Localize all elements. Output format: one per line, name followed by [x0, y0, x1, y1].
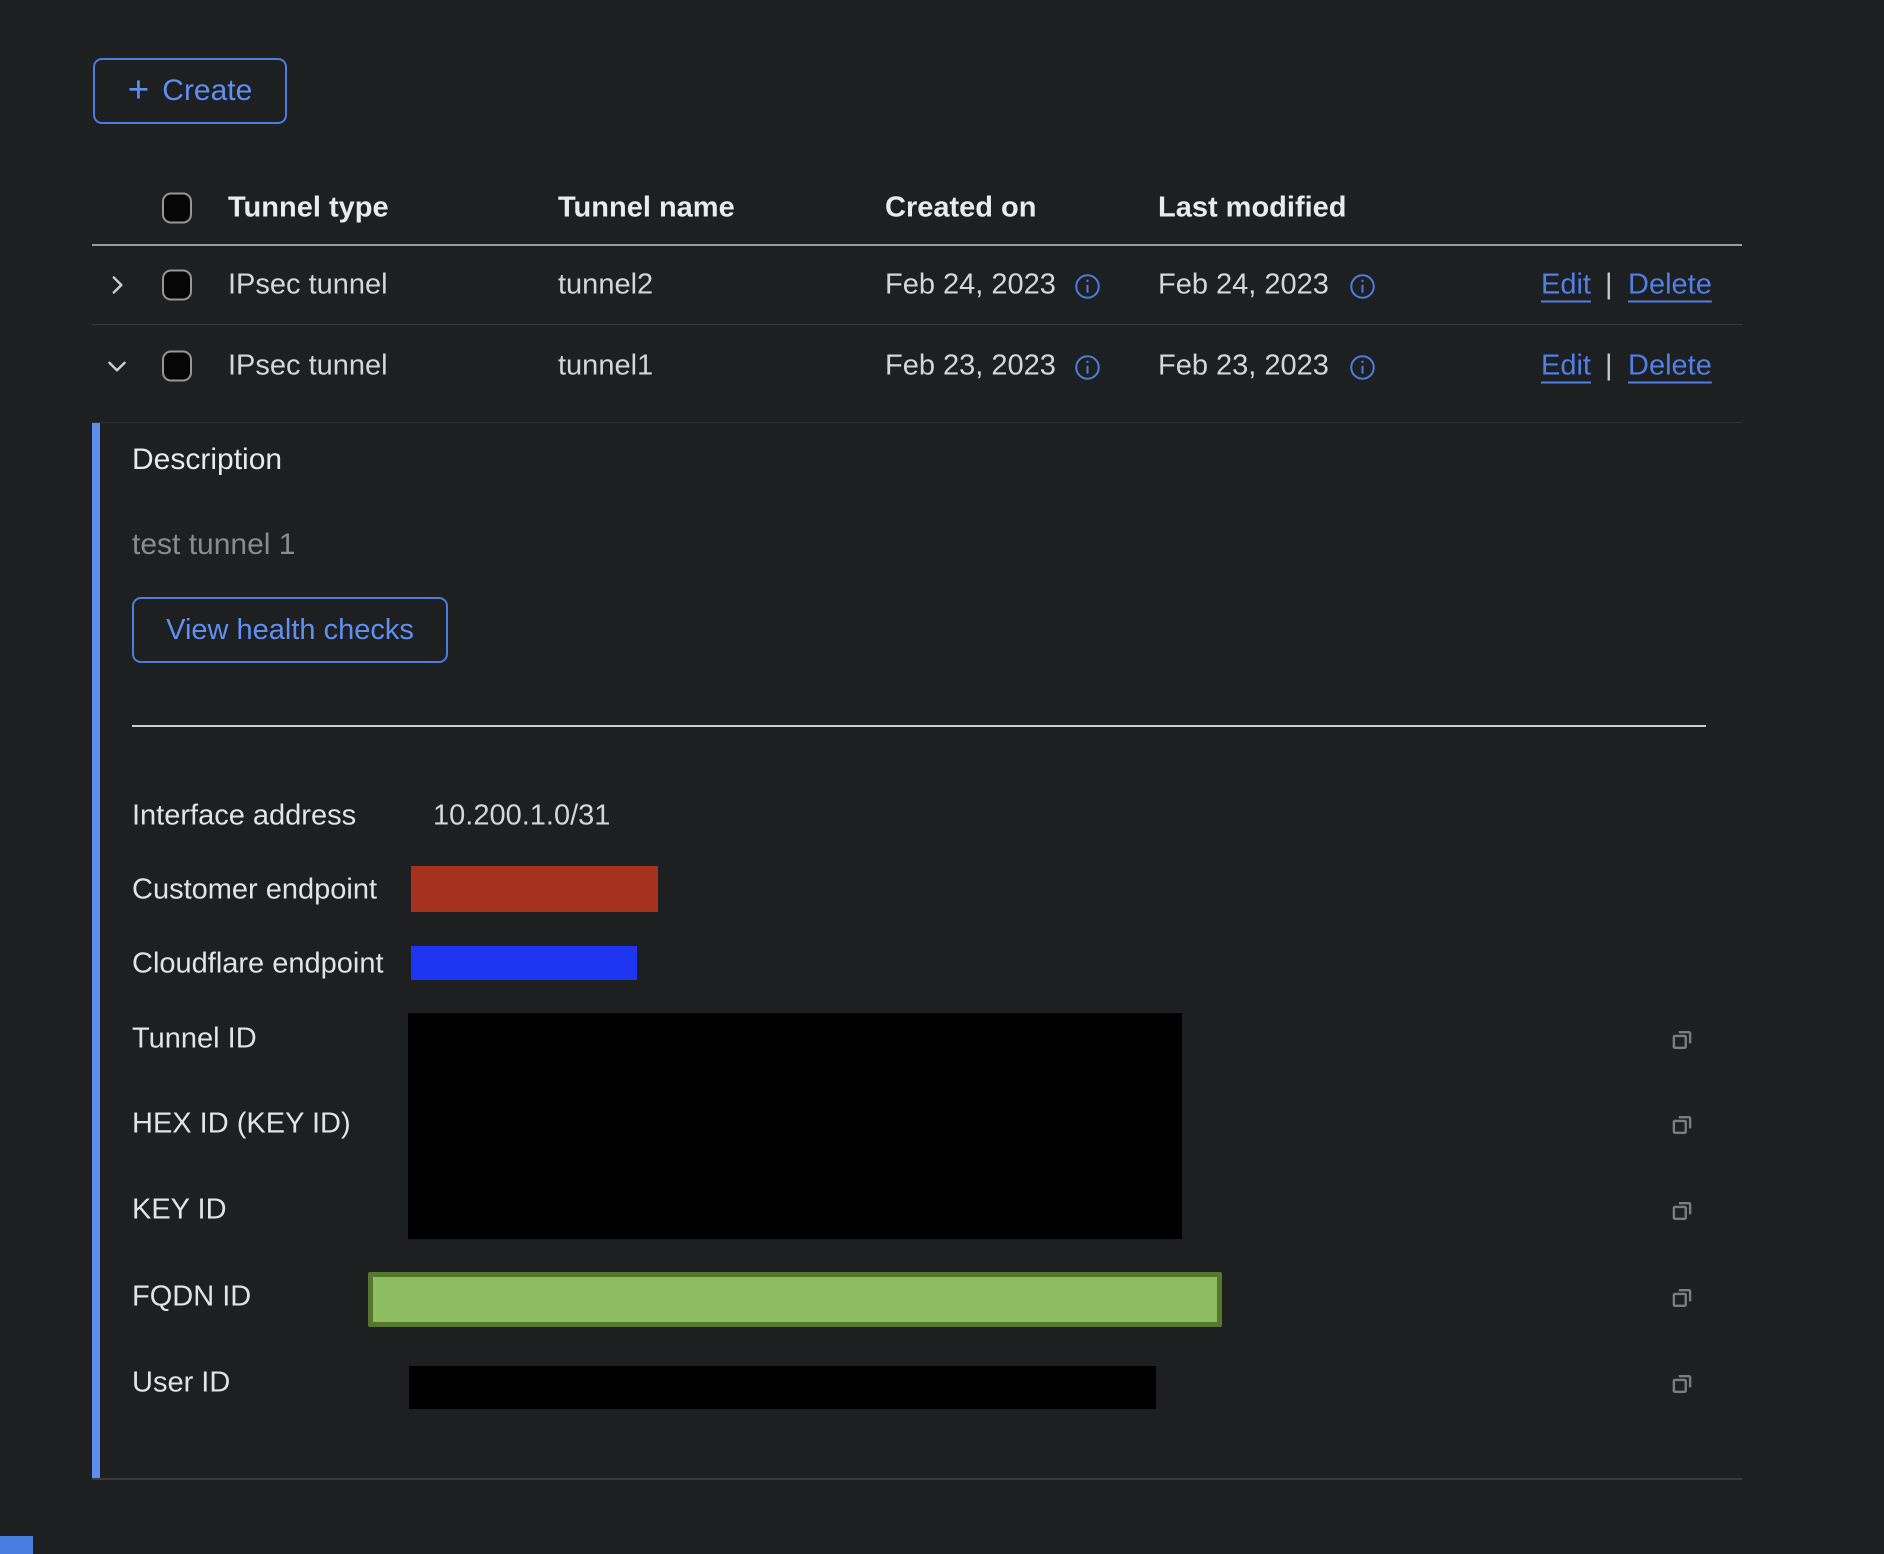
tunnels-page: + Create Tunnel type Tunnel name Created… — [0, 0, 1884, 1554]
column-header-created-on: Created on — [885, 192, 1036, 225]
edit-link[interactable]: Edit — [1541, 350, 1591, 383]
action-separator: | — [1605, 350, 1613, 383]
bottom-left-blue-fragment — [0, 1536, 33, 1554]
expand-chevron-right-icon[interactable] — [99, 267, 135, 303]
copy-icon[interactable] — [1664, 1192, 1700, 1228]
row-divider — [92, 422, 1742, 423]
ids-redacted-value — [408, 1013, 1182, 1239]
info-icon[interactable] — [1347, 271, 1377, 301]
action-separator: | — [1605, 269, 1613, 302]
copy-icon[interactable] — [1664, 1106, 1700, 1142]
customer-endpoint-label: Customer endpoint — [132, 874, 377, 907]
info-icon[interactable] — [1347, 352, 1377, 382]
created-on-cell: Feb 23, 2023 — [885, 350, 1056, 383]
tunnel-type-cell: IPsec tunnel — [228, 350, 388, 383]
last-modified-cell: Feb 23, 2023 — [1158, 350, 1329, 383]
create-button-label: Create — [162, 74, 252, 108]
fqdn-id-redacted-value — [368, 1272, 1222, 1327]
interface-address-label: Interface address — [132, 800, 356, 833]
row-divider — [92, 324, 1742, 325]
created-on-cell: Feb 24, 2023 — [885, 269, 1056, 302]
delete-link[interactable]: Delete — [1628, 269, 1712, 302]
column-header-last-modified: Last modified — [1158, 192, 1347, 225]
collapse-chevron-down-icon[interactable] — [99, 348, 135, 384]
cloudflare-endpoint-redacted-value — [411, 946, 637, 980]
description-heading: Description — [132, 443, 282, 477]
fqdn-id-label: FQDN ID — [132, 1281, 251, 1314]
detail-divider — [132, 725, 1706, 727]
customer-endpoint-redacted-value — [411, 866, 658, 912]
interface-address-value: 10.200.1.0/31 — [433, 800, 610, 833]
last-modified-cell: Feb 24, 2023 — [1158, 269, 1329, 302]
info-icon[interactable] — [1072, 271, 1102, 301]
table-bottom-divider — [92, 1478, 1742, 1480]
expanded-row-accent-bar — [92, 423, 100, 1479]
delete-link[interactable]: Delete — [1628, 350, 1712, 383]
key-id-label: KEY ID — [132, 1194, 227, 1227]
description-value: test tunnel 1 — [132, 528, 295, 562]
select-all-checkbox[interactable] — [162, 193, 192, 224]
column-header-tunnel-name: Tunnel name — [558, 192, 735, 225]
header-divider — [92, 244, 1742, 246]
copy-icon[interactable] — [1664, 1365, 1700, 1401]
column-header-tunnel-type: Tunnel type — [228, 192, 389, 225]
tunnel-name-cell: tunnel2 — [558, 269, 653, 302]
hex-id-label: HEX ID (KEY ID) — [132, 1108, 351, 1141]
row-checkbox[interactable] — [162, 270, 192, 301]
tunnel-id-label: Tunnel ID — [132, 1023, 257, 1056]
cloudflare-endpoint-label: Cloudflare endpoint — [132, 948, 384, 981]
info-icon[interactable] — [1072, 352, 1102, 382]
user-id-redacted-value — [409, 1366, 1156, 1409]
copy-icon[interactable] — [1664, 1021, 1700, 1057]
copy-icon[interactable] — [1664, 1279, 1700, 1315]
tunnel-name-cell: tunnel1 — [558, 350, 653, 383]
user-id-label: User ID — [132, 1367, 230, 1400]
row-checkbox[interactable] — [162, 351, 192, 382]
tunnel-type-cell: IPsec tunnel — [228, 269, 388, 302]
edit-link[interactable]: Edit — [1541, 269, 1591, 302]
create-button[interactable]: + Create — [93, 58, 287, 124]
view-health-checks-button[interactable]: View health checks — [132, 597, 448, 663]
